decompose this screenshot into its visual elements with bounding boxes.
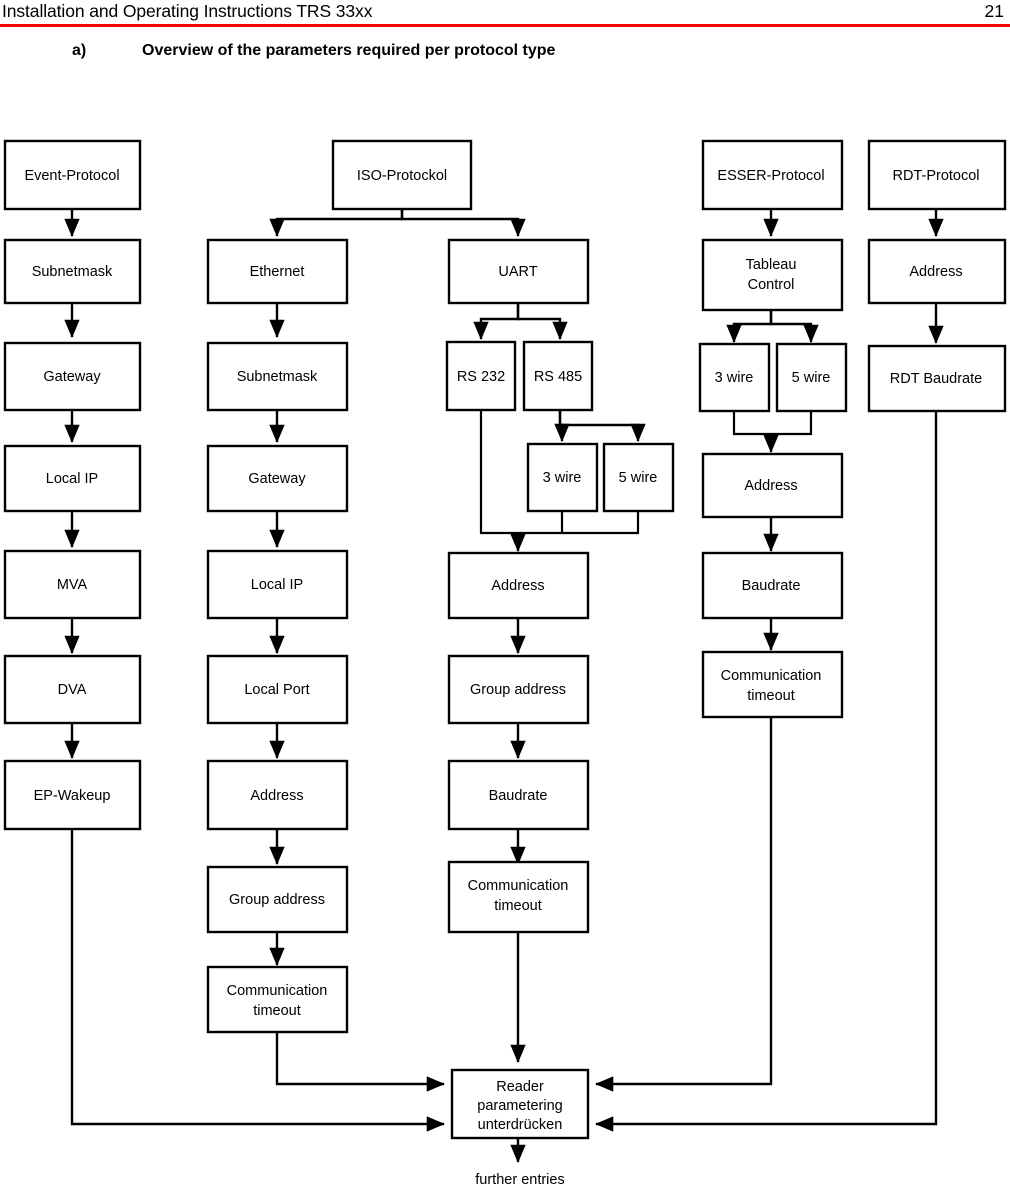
- node-uart-3wire[interactable]: 3 wire: [526, 442, 599, 513]
- node-label: Tableau: [746, 257, 797, 273]
- node-ep-subnetmask[interactable]: Subnetmask: [3, 238, 142, 305]
- node-label: Reader: [496, 1079, 544, 1095]
- node-label: timeout: [494, 898, 542, 914]
- node-label: Baudrate: [742, 578, 801, 594]
- node-label: Local IP: [46, 471, 98, 487]
- node-iso-protocol[interactable]: ISO-Protockol: [331, 139, 473, 211]
- node-label: unterdrücken: [478, 1117, 563, 1133]
- node-uart-baudrate[interactable]: Baudrate: [447, 759, 590, 831]
- node-label: timeout: [253, 1003, 301, 1019]
- node-uart-group-address[interactable]: Group address: [447, 654, 590, 725]
- node-reader-parametering[interactable]: Reader parametering unterdrücken: [450, 1068, 590, 1140]
- node-label: Event-Protocol: [24, 168, 119, 184]
- node-ep-mva[interactable]: MVA: [3, 549, 142, 620]
- node-label: MVA: [57, 577, 88, 593]
- node-label: Baudrate: [489, 788, 548, 804]
- node-label: Subnetmask: [237, 369, 318, 385]
- node-esser-address[interactable]: Address: [701, 452, 844, 519]
- node-esser-3wire[interactable]: 3 wire: [698, 342, 771, 413]
- node-rs232[interactable]: RS 232: [445, 340, 517, 412]
- further-entries-caption: further entries: [475, 1172, 564, 1188]
- node-label: RS 485: [534, 369, 582, 385]
- node-eth-local-port[interactable]: Local Port: [206, 654, 349, 725]
- node-label: 5 wire: [792, 370, 831, 386]
- node-esser-communication-timeout[interactable]: Communication timeout: [701, 650, 844, 719]
- node-label: Group address: [470, 682, 566, 698]
- node-label: Group address: [229, 892, 325, 908]
- node-ethernet[interactable]: Ethernet: [206, 238, 349, 305]
- node-label: parametering: [477, 1098, 562, 1114]
- node-label: Address: [491, 578, 544, 594]
- node-esser-protocol[interactable]: ESSER-Protocol: [701, 139, 844, 211]
- node-eth-subnetmask[interactable]: Subnetmask: [206, 341, 349, 412]
- node-label: 5 wire: [619, 470, 658, 486]
- node-label: RS 232: [457, 369, 505, 385]
- node-label: Gateway: [43, 369, 101, 385]
- node-ep-dva[interactable]: DVA: [3, 654, 142, 725]
- node-label: RDT Baudrate: [890, 371, 982, 387]
- node-ep-wakeup[interactable]: EP-Wakeup: [3, 759, 142, 831]
- node-eth-group-address[interactable]: Group address: [206, 865, 349, 934]
- node-label: Local IP: [251, 577, 303, 593]
- node-esser-5wire[interactable]: 5 wire: [775, 342, 848, 413]
- node-label: RDT-Protocol: [892, 168, 979, 184]
- node-rdt-protocol[interactable]: RDT-Protocol: [867, 139, 1007, 211]
- node-label: UART: [498, 264, 537, 280]
- node-eth-communication-timeout[interactable]: Communication timeout: [206, 965, 349, 1034]
- node-uart[interactable]: UART: [447, 238, 590, 305]
- node-label: DVA: [58, 682, 87, 698]
- node-label: Address: [909, 264, 962, 280]
- node-uart-communication-timeout[interactable]: Communication timeout: [447, 860, 590, 934]
- node-label: 3 wire: [715, 370, 754, 386]
- page-root: Installation and Operating Instructions …: [0, 0, 1010, 1188]
- node-uart-address[interactable]: Address: [447, 551, 590, 620]
- node-eth-local-ip[interactable]: Local IP: [206, 549, 349, 620]
- node-esser-baudrate[interactable]: Baudrate: [701, 551, 844, 620]
- node-label: EP-Wakeup: [34, 788, 111, 804]
- node-label: Communication: [468, 878, 569, 894]
- node-rdt-address[interactable]: Address: [867, 238, 1007, 305]
- node-label: Address: [250, 788, 303, 804]
- node-ep-gateway[interactable]: Gateway: [3, 341, 142, 412]
- edges-iso-protocol: [269, 209, 526, 237]
- node-label: Local Port: [244, 682, 309, 698]
- node-label: Gateway: [248, 471, 306, 487]
- node-label: ESSER-Protocol: [717, 168, 824, 184]
- edges-esser: [595, 209, 819, 1092]
- node-ep-local-ip[interactable]: Local IP: [3, 444, 142, 513]
- node-label: Subnetmask: [32, 264, 113, 280]
- node-uart-5wire[interactable]: 5 wire: [602, 442, 675, 513]
- node-label: Address: [744, 478, 797, 494]
- node-event-protocol[interactable]: Event-Protocol: [3, 139, 142, 211]
- node-label: Communication: [721, 668, 822, 684]
- node-label: Communication: [227, 983, 328, 999]
- node-label: Control: [748, 277, 795, 293]
- node-eth-address[interactable]: Address: [206, 759, 349, 831]
- node-label: ISO-Protockol: [357, 168, 447, 184]
- node-eth-gateway[interactable]: Gateway: [206, 444, 349, 513]
- node-label: Ethernet: [250, 264, 305, 280]
- node-label: 3 wire: [543, 470, 582, 486]
- parameter-flowchart: Event-Protocol Subnetmask Gateway Local …: [3, 139, 1007, 1188]
- node-tableau-control[interactable]: Tableau Control: [701, 238, 844, 312]
- node-label: timeout: [747, 688, 795, 704]
- node-rdt-baudrate[interactable]: RDT Baudrate: [867, 344, 1007, 413]
- node-rs485[interactable]: RS 485: [522, 340, 594, 412]
